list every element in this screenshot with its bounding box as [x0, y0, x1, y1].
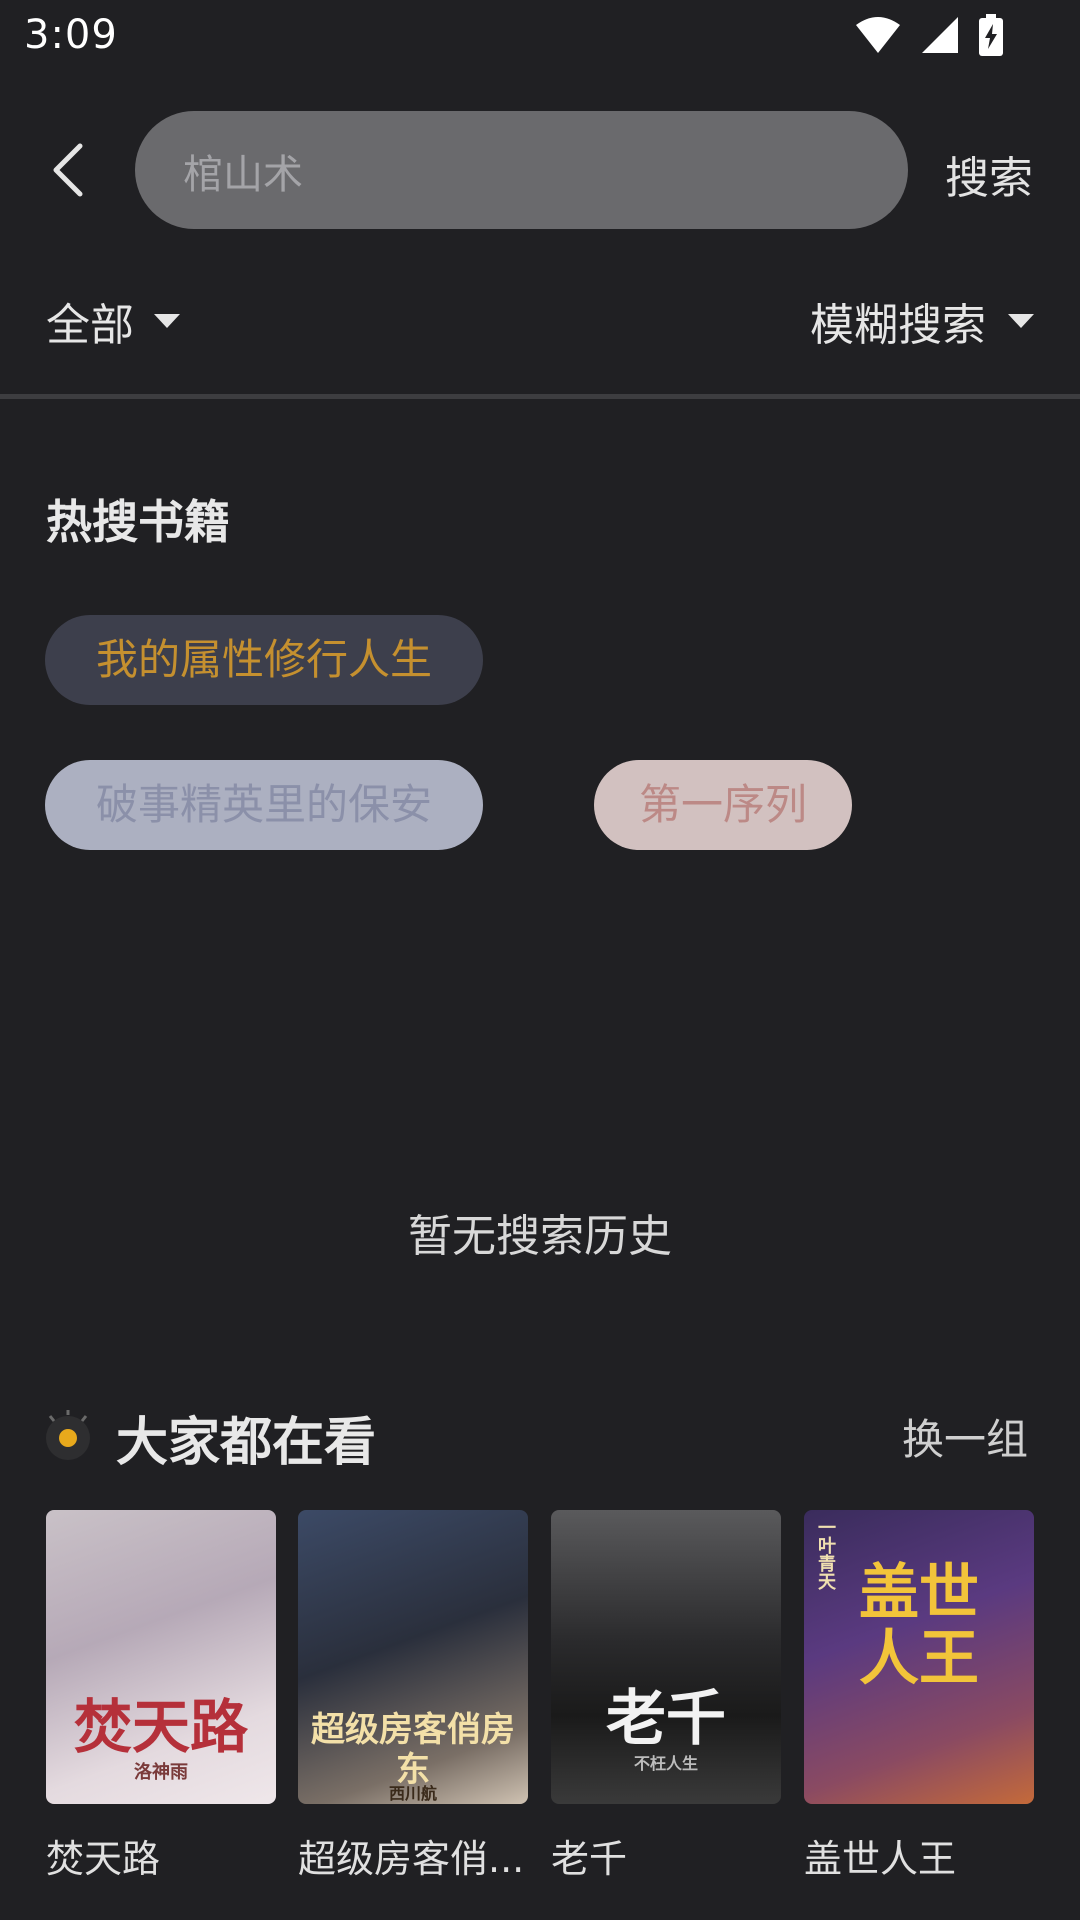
cover-title: 超级房客俏房东	[311, 1710, 515, 1790]
cover-author: 洛神雨	[134, 1762, 188, 1783]
empty-history-text: 暂无搜索历史	[408, 1211, 672, 1262]
caret-down-icon	[154, 314, 180, 328]
refresh-button[interactable]: 换一组	[902, 1406, 1028, 1467]
book-title: 老千	[551, 1837, 628, 1881]
cover-title: 盖世人王	[859, 1558, 979, 1694]
book-card[interactable]: 盖世人王 一叶青天 盖世人王	[804, 1510, 1034, 1883]
search-mode-dropdown[interactable]: 模糊搜索	[810, 289, 1034, 353]
book-cover: 老千 不枉人生	[551, 1510, 781, 1804]
status-icons	[854, 14, 1004, 56]
hot-search-tag[interactable]: 破事精英里的保安	[45, 760, 483, 850]
hot-search-tag[interactable]: 我的属性修行人生	[45, 615, 483, 705]
search-input[interactable]	[181, 111, 865, 231]
caret-down-icon	[1008, 314, 1034, 328]
hot-search-title: 热搜书籍	[46, 495, 230, 549]
cover-author: 不枉人生	[633, 1754, 698, 1773]
book-card[interactable]: 焚天路 洛神雨 焚天路	[46, 1510, 276, 1883]
category-dropdown[interactable]: 全部	[46, 289, 180, 353]
signal-icon	[922, 17, 958, 53]
book-title: 超级房客俏...	[298, 1837, 525, 1881]
divider	[0, 394, 1080, 399]
search-bar-row: 搜索	[0, 110, 1080, 231]
search-mode-label: 模糊搜索	[810, 300, 986, 351]
cover-author: 一叶青天	[815, 1518, 836, 1590]
status-bar: 3:09	[0, 0, 1080, 72]
cover-author: 西川航	[388, 1784, 437, 1803]
cover-title: 老千	[606, 1684, 726, 1754]
back-button[interactable]	[42, 140, 98, 200]
book-card[interactable]: 超级房客俏房东 西川航 超级房客俏...	[298, 1510, 528, 1883]
recommend-header: 大家都在看 换一组	[0, 1400, 1080, 1473]
book-cover: 焚天路 洛神雨	[46, 1510, 276, 1804]
book-card[interactable]: 老千 不枉人生 老千	[551, 1510, 781, 1883]
book-title: 焚天路	[46, 1837, 161, 1881]
chevron-left-icon	[53, 143, 83, 197]
cover-title: 焚天路	[73, 1693, 248, 1761]
category-label: 全部	[46, 300, 134, 351]
search-box[interactable]	[135, 111, 908, 231]
eye-icon	[46, 1410, 90, 1460]
filter-row: 全部 模糊搜索	[0, 285, 1080, 355]
book-title: 盖世人王	[804, 1837, 957, 1881]
battery-charging-icon	[979, 14, 1003, 56]
book-cover: 超级房客俏房东 西川航	[298, 1510, 528, 1804]
recommend-title: 大家都在看	[116, 1413, 377, 1473]
status-time: 3:09	[24, 12, 118, 58]
hot-search-tag[interactable]: 第一序列	[594, 760, 852, 850]
search-button[interactable]: 搜索	[945, 142, 1033, 206]
book-cover: 盖世人王 一叶青天	[804, 1510, 1034, 1804]
wifi-icon	[856, 17, 900, 53]
